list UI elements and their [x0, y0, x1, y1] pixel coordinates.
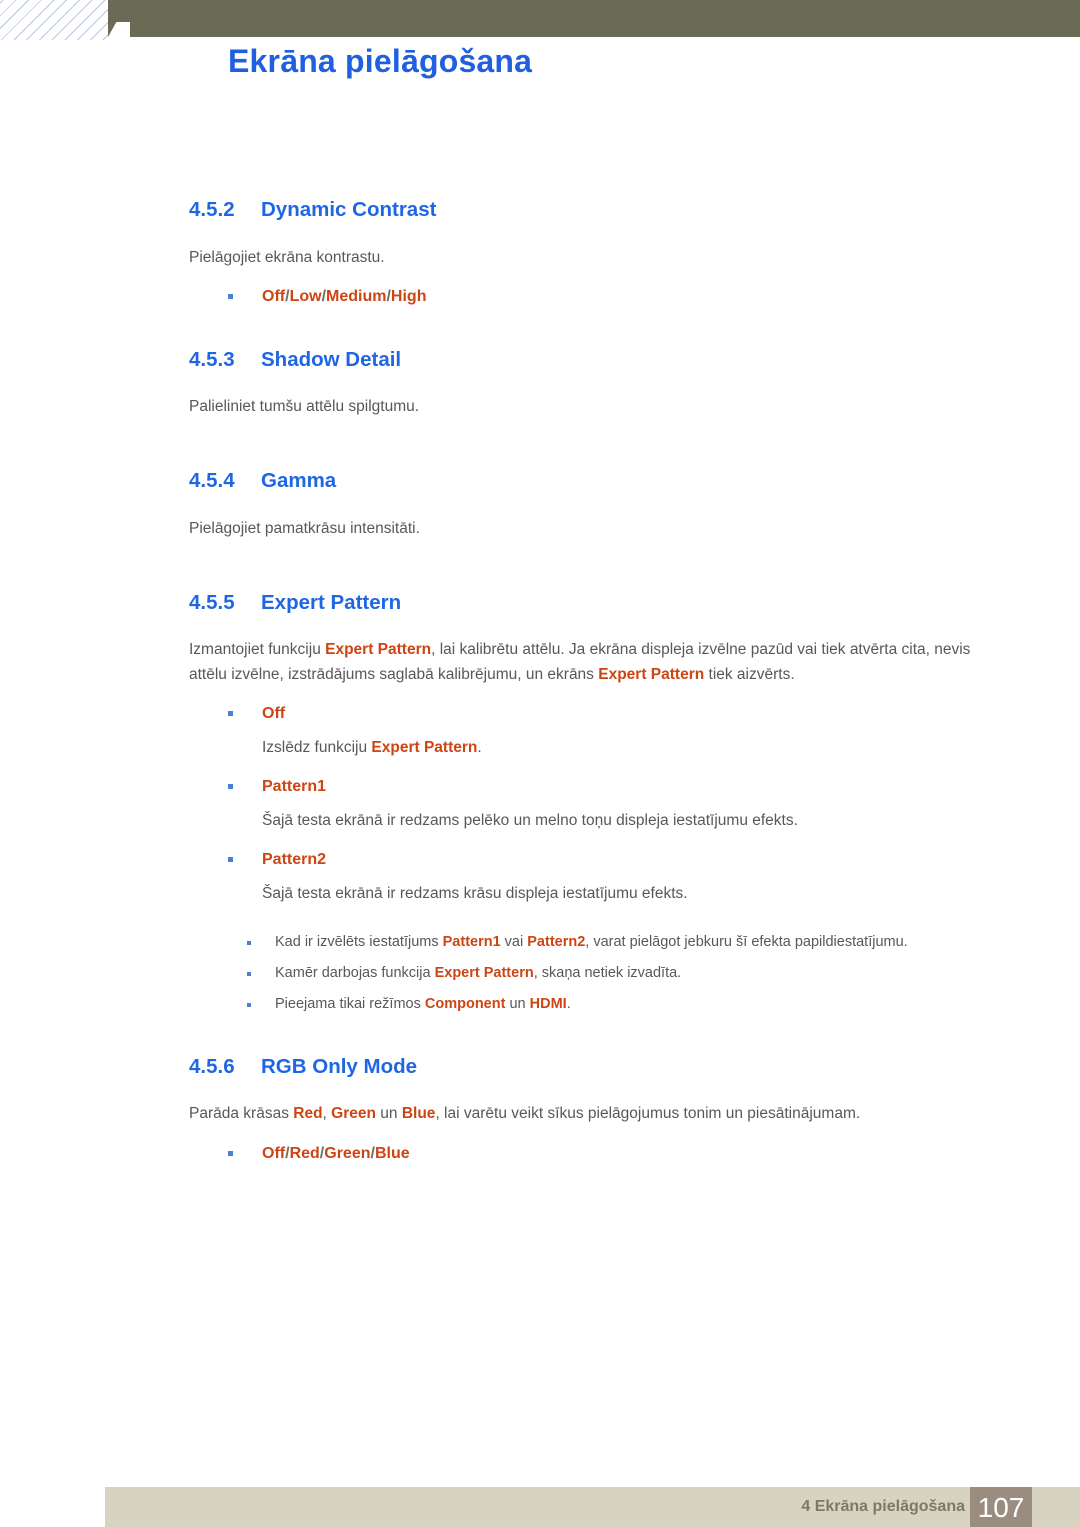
option-list-item: Off/Low/Medium/High [0, 284, 1080, 310]
section-heading: 4.5.4 Gamma [0, 469, 1080, 493]
body-text: , [322, 1105, 332, 1123]
section-body: Parāda krāsas Red, Green un Blue, lai va… [0, 1101, 1080, 1126]
option-list-item: Pattern1 [0, 774, 1080, 800]
option-value: Off [262, 705, 286, 723]
keyword-pattern2: Pattern2 [527, 933, 586, 950]
section-heading: 4.5.3 Shadow Detail [0, 347, 1080, 371]
document-content: 4.5.2 Dynamic Contrast Pielāgojiet ekrāna… [0, 198, 1080, 1167]
option-value: Pattern2 [262, 851, 327, 869]
section-title: Expert Pattern [261, 590, 402, 614]
section-rgb-only-mode: 4.5.6 RGB Only Mode Parāda krāsas Red, Gr… [0, 1054, 1080, 1167]
section-gamma: 4.5.4 Gamma Pielāgojiet pamatkrāsu intens… [0, 469, 1080, 541]
option-description: Izslēdz funkciju Expert Pattern. [0, 735, 1080, 760]
option-value: Blue [374, 1144, 410, 1162]
section-number: 4.5.4 [189, 469, 235, 493]
section-body: Izmantojiet funkciju Expert Pattern, lai… [0, 637, 1080, 687]
page-number: 107 [977, 1492, 1025, 1523]
option-value: Off [262, 287, 286, 305]
keyword-expert-pattern: Expert Pattern [325, 641, 432, 659]
section-shadow-detail: 4.5.3 Shadow Detail Palieliniet tumšu att… [0, 347, 1080, 420]
page-title: Ekrāna pielāgošana [228, 43, 533, 79]
section-heading: 4.5.2 Dynamic Contrast [0, 198, 1080, 221]
option-value: Green [324, 1144, 371, 1162]
option-value: Off [262, 1144, 286, 1162]
note-list-item: Pieejama tikai režīmos Component un HDMI… [0, 993, 1080, 1016]
section-number: 4.5.2 [189, 198, 235, 221]
bullet-dot-icon [228, 784, 233, 790]
option-description: Šajā testa ekrānā ir redzams krāsu displ… [262, 885, 688, 903]
body-text: Kad ir izvēlēts iestatījums [275, 933, 443, 950]
body-text: Izslēdz funkciju [262, 739, 372, 757]
bullet-dot-icon [228, 1150, 233, 1156]
section-body: Pielāgojiet pamatkrāsu intensitāti. [189, 519, 420, 537]
keyword-blue: Blue [401, 1105, 436, 1123]
section-title: RGB Only Mode [261, 1054, 418, 1078]
bullet-dot-icon [247, 1003, 251, 1008]
section-expert-pattern: 4.5.5 Expert Pattern Izmantojiet funkciju… [0, 590, 1080, 1017]
body-text: , lai varētu veikt sīkus pielāgojumus to… [435, 1105, 861, 1123]
bullet-dot-icon [228, 857, 233, 863]
section-heading: 4.5.6 RGB Only Mode [0, 1054, 1080, 1078]
section-title: Shadow Detail [261, 347, 402, 371]
body-text: vai [500, 933, 528, 950]
keyword-expert-pattern: Expert Pattern [598, 666, 705, 684]
option-value: Low [289, 287, 322, 305]
option-description: Šajā testa ekrānā ir redzams pelēko un m… [262, 812, 798, 830]
body-text: Kamēr darbojas funkcija [275, 964, 435, 981]
bullet-dot-icon [247, 971, 251, 976]
bullet-dot-icon [247, 940, 251, 945]
keyword-expert-pattern: Expert Pattern [371, 739, 478, 757]
keyword-expert-pattern: Expert Pattern [434, 964, 534, 981]
note-list-item: Kad ir izvēlēts iestatījums Pattern1 vai… [0, 931, 1080, 954]
option-list-item: Off [0, 701, 1080, 727]
section-heading: 4.5.5 Expert Pattern [0, 590, 1080, 614]
option-value: Red [289, 1144, 320, 1162]
option-list-item: Off/Red/Green/Blue [0, 1141, 1080, 1167]
body-text: Parāda krāsas [189, 1105, 294, 1123]
bullet-dot-icon [228, 711, 233, 717]
note-list-item: Kamēr darbojas funkcija Expert Pattern, … [0, 962, 1080, 985]
body-text: tiek aizvērts. [704, 666, 795, 684]
bullet-dot-icon [228, 293, 233, 299]
option-list-item: Pattern2 [0, 847, 1080, 873]
section-number: 4.5.6 [189, 1054, 235, 1078]
option-value: Pattern1 [262, 778, 327, 796]
keyword-hdmi: HDMI [529, 996, 567, 1013]
section-title: Gamma [261, 469, 337, 493]
hatch-decoration [0, 0, 108, 40]
body-text: Pieejama tikai režīmos [275, 996, 425, 1013]
body-text: Izmantojiet funkciju [189, 641, 326, 659]
keyword-green: Green [331, 1105, 376, 1123]
section-dynamic-contrast: 4.5.2 Dynamic Contrast Pielāgojiet ekrāna… [0, 198, 1080, 310]
footer-chapter-label: 4 Ekrāna pielāgošana [801, 1498, 965, 1515]
section-body: Palieliniet tumšu attēlu spilgtumu. [189, 398, 420, 416]
keyword-component: Component [424, 996, 506, 1013]
option-value: High [390, 287, 427, 305]
body-text: un [505, 996, 530, 1013]
section-number: 4.5.3 [189, 347, 235, 371]
keyword-pattern1: Pattern1 [442, 933, 501, 950]
body-text: . [477, 739, 482, 757]
body-text: , varat pielāgot jebkuru šī efekta papil… [585, 933, 908, 950]
body-text: un [375, 1105, 402, 1123]
option-value: Medium [326, 287, 387, 305]
section-body: Pielāgojiet ekrāna kontrastu. [189, 248, 385, 266]
body-text: , skaņa netiek izvadīta. [533, 964, 682, 981]
body-text: . [566, 996, 571, 1013]
section-number: 4.5.5 [189, 590, 235, 614]
section-title: Dynamic Contrast [261, 198, 437, 221]
keyword-red: Red [293, 1105, 323, 1123]
chapter-banner [108, 0, 1080, 37]
